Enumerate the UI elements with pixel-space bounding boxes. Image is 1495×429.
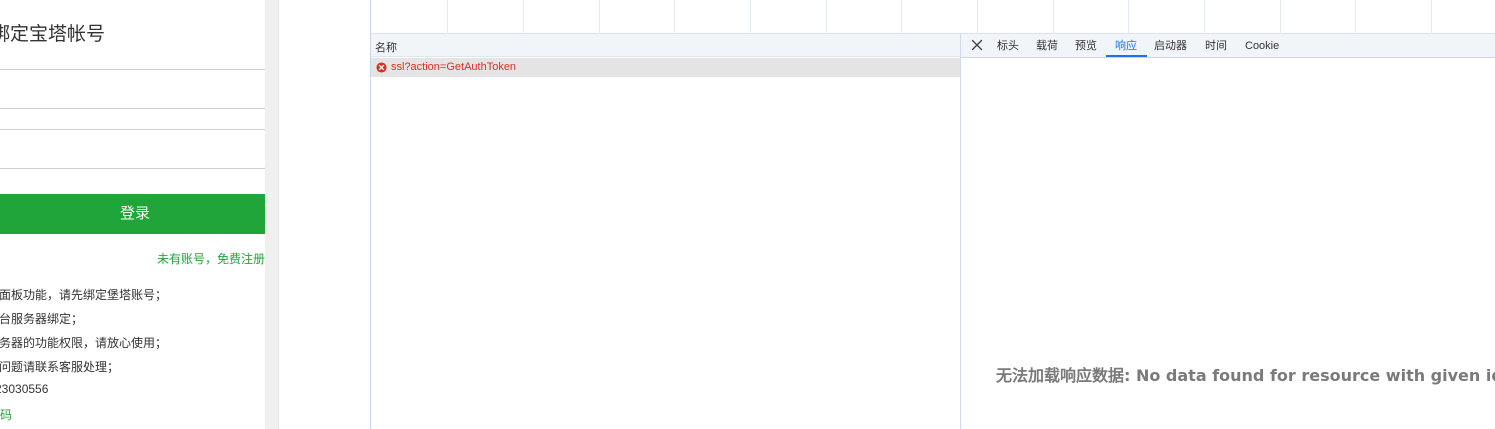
tip-line: 到问题请联系客服处理； [0,360,120,374]
close-icon[interactable] [969,37,985,53]
timeline-gridline [1128,0,1129,34]
tab-timing[interactable]: 时间 [1205,34,1227,58]
network-timeline-overview[interactable] [370,0,1495,34]
timeline-gridline [523,0,524,34]
request-row[interactable]: ssl?action=GetAuthToken [371,58,960,77]
tab-initiator[interactable]: 启动器 [1154,34,1187,58]
username-input[interactable] [0,69,265,109]
timeline-gridline [1053,0,1054,34]
tip-line: 服务器的功能权限，请放心使用； [0,336,168,350]
request-name: ssl?action=GetAuthToken [391,61,517,73]
tip-line: 多台服务器绑定； [0,312,84,326]
error-circle-icon [376,62,387,73]
qrcode-link[interactable]: 维码 [0,406,12,423]
timeline-gridline [1280,0,1281,34]
detail-tab-bar: 标头 载荷 预览 响应 启动器 时间 Cookie [961,34,1495,58]
request-detail-pane: 标头 载荷 预览 响应 启动器 时间 Cookie 无法加载响应数据: No d… [961,34,1495,429]
devtools-network-panel: 名称 ssl?action=GetAuthToken 标头 载荷 预览 响应 启… [280,0,1495,429]
timeline-gridline [750,0,751,34]
timeline-gridline [977,0,978,34]
active-tab-indicator [1106,55,1147,57]
timeline-gridline [674,0,675,34]
tab-payload[interactable]: 载荷 [1036,34,1058,58]
timeline-gridline [1431,0,1432,34]
request-list: 名称 ssl?action=GetAuthToken [370,34,961,429]
register-link[interactable]: 未有账号，免费注册 [157,250,265,267]
tip-line: 验面板功能，请先绑定堡塔账号； [0,288,168,302]
timeline-gridline [1355,0,1356,34]
name-column-header[interactable]: 名称 [375,39,397,55]
tab-preview[interactable]: 预览 [1075,34,1097,58]
timeline-gridline [599,0,600,34]
login-panel: 绑定宝塔帐号 登录 未有账号，免费注册 验面板功能，请先绑定堡塔账号； 多台服务… [0,0,265,429]
timeline-gridline [447,0,448,34]
password-input[interactable] [0,129,265,169]
tab-cookies[interactable]: Cookie [1245,34,1279,58]
login-button[interactable]: 登录 [0,194,265,234]
request-list-header: 名称 [371,34,960,57]
timeline-gridline [1204,0,1205,34]
response-error-message: 无法加载响应数据: No data found for resource wit… [996,366,1495,385]
login-title: 绑定宝塔帐号 [0,24,106,45]
tip-line-phone: 23030556 [0,382,49,396]
panel-divider [265,0,279,429]
tab-headers[interactable]: 标头 [997,34,1019,58]
timeline-gridline [901,0,902,34]
timeline-gridline [826,0,827,34]
